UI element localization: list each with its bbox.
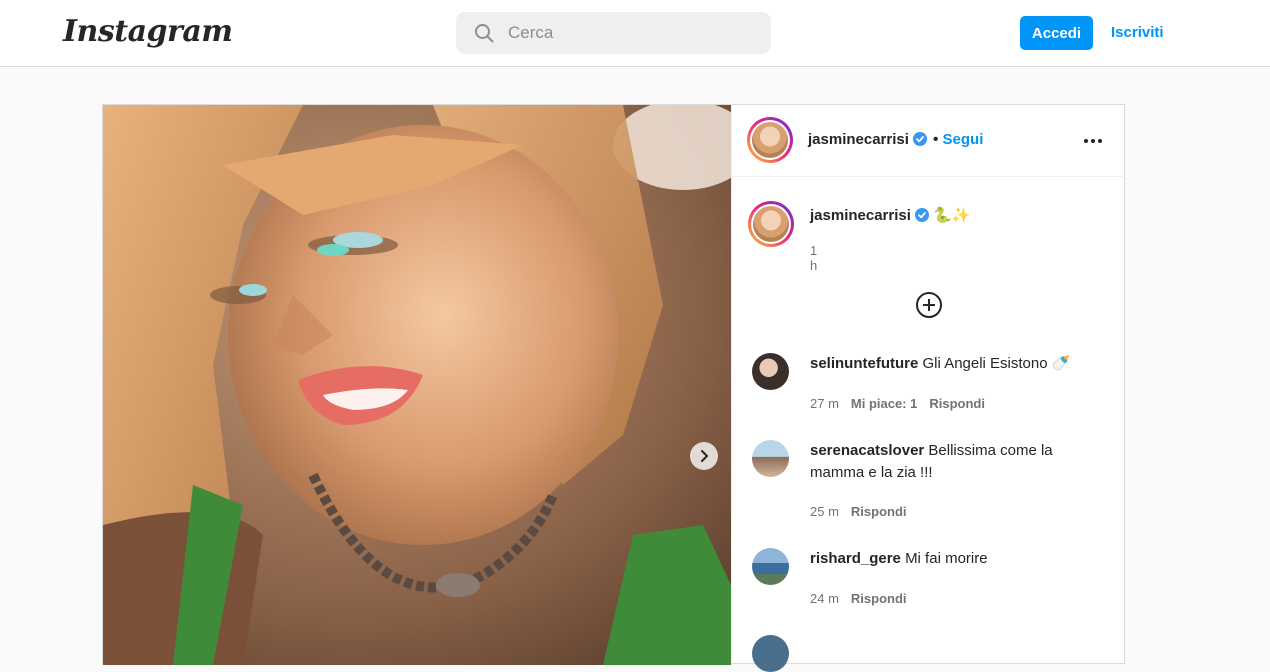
commenter-username[interactable]: selinuntefuture <box>810 355 918 372</box>
author-username[interactable]: jasminecarrisi <box>808 131 909 148</box>
caption-text: 🐍✨ <box>933 206 971 224</box>
comment-time: 27 m <box>810 396 839 411</box>
login-button[interactable]: Accedi <box>1020 16 1093 50</box>
more-options-icon[interactable] <box>1082 131 1104 151</box>
post-time: 1 h <box>810 243 818 273</box>
caption-username[interactable]: jasminecarrisi <box>810 207 911 224</box>
separator-dot: • <box>932 131 939 148</box>
verified-badge-icon <box>912 132 927 146</box>
signup-link[interactable]: Iscriviti <box>1111 24 1164 41</box>
search-input[interactable] <box>506 22 740 44</box>
verified-badge-icon <box>914 208 929 222</box>
comment-body: rishard_gere Mi fai morire <box>810 548 1100 570</box>
comment-meta: 25 m Rispondi <box>810 504 907 519</box>
commenter-avatar[interactable] <box>752 548 789 585</box>
follow-button[interactable]: Segui <box>943 131 984 148</box>
top-navbar: Instagram Accedi Iscriviti <box>0 0 1270 67</box>
comment-meta: 27 m Mi piace: 1 Rispondi <box>810 396 985 411</box>
comment-text: Mi fai morire <box>905 550 988 567</box>
caption-avatar[interactable] <box>748 201 794 247</box>
comment-body: serenacatslover Bellissima come la mamma… <box>810 440 1100 484</box>
post-sidebar: jasminecarrisi • Segui jasminecarrisi 🐍✨ 1… <box>731 105 1125 672</box>
commenter-username[interactable]: rishard_gere <box>810 550 901 567</box>
post-card: jasminecarrisi • Segui jasminecarrisi 🐍✨ 1… <box>102 104 1125 672</box>
comment-meta: 24 m Rispondi <box>810 591 907 606</box>
comment-body: selinuntefuture Gli Angeli Esistono 🍼 <box>810 353 1100 375</box>
comment-text: Gli Angeli Esistono 🍼 <box>922 355 1071 372</box>
comment-likes[interactable]: Mi piace: 1 <box>851 396 917 411</box>
commenter-avatar[interactable] <box>752 353 789 390</box>
post-image[interactable] <box>103 105 731 665</box>
commenter-avatar[interactable] <box>752 635 789 672</box>
search-icon <box>475 24 494 43</box>
post-header: jasminecarrisi • Segui <box>732 105 1125 177</box>
comment-time: 24 m <box>810 591 839 606</box>
commenter-username[interactable]: serenacatslover <box>810 442 924 459</box>
reply-button[interactable]: Rispondi <box>851 591 907 606</box>
reply-button[interactable]: Rispondi <box>851 504 907 519</box>
author-avatar[interactable] <box>747 117 793 163</box>
chevron-right-icon <box>701 450 708 462</box>
reply-button[interactable]: Rispondi <box>929 396 985 411</box>
search-box[interactable] <box>456 12 771 54</box>
add-circle-icon[interactable] <box>915 291 943 319</box>
next-photo-button[interactable] <box>690 442 718 470</box>
instagram-logo[interactable]: Instagram <box>63 14 233 49</box>
comment-time: 25 m <box>810 504 839 519</box>
commenter-avatar[interactable] <box>752 440 789 477</box>
selfie-photo <box>103 105 731 665</box>
